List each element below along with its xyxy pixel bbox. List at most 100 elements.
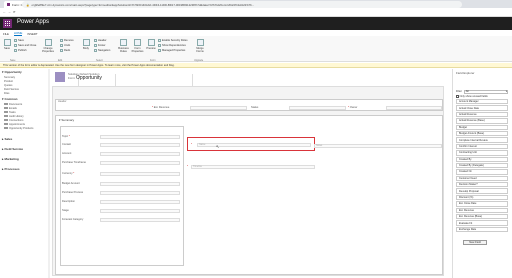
header-section[interactable]: Header * Est. Revenue Status * Owner — [55, 99, 443, 111]
field-item[interactable]: Develop Proposal — [456, 188, 508, 194]
body-button[interactable]: Body — [80, 39, 92, 50]
notice-text: This version of the form editor is depre… — [3, 63, 175, 67]
field-item[interactable]: Contracting Unit — [456, 150, 508, 156]
field-name-selected[interactable]: * Name ↖ — [187, 137, 315, 151]
show-dependencies-button[interactable]: Show Dependencies — [158, 44, 186, 47]
tab-file[interactable]: FILE — [3, 32, 9, 36]
expand-icon: ▸ — [2, 157, 4, 161]
field-label: Purchase Process — [62, 191, 84, 194]
save-label: Save — [4, 47, 10, 50]
publish-label: Publish — [18, 49, 27, 52]
undo-button[interactable]: Undo — [60, 44, 70, 47]
header-field-status[interactable]: Status — [251, 105, 346, 110]
field-label: Currency — [62, 172, 73, 175]
field-item[interactable]: Actual Revenue (Base) — [456, 118, 508, 124]
field-item[interactable]: Est. Revenue (Base) — [456, 214, 508, 220]
field-box — [100, 160, 180, 165]
field-budget-amount[interactable]: Budget Amount — [62, 181, 180, 186]
field-forecast-category[interactable]: Forecast Category — [62, 217, 180, 222]
header-field-est-revenue[interactable]: * Est. Revenue — [152, 105, 247, 110]
business-rules-button[interactable]: Business Rules — [117, 39, 130, 53]
header-button[interactable]: Header — [94, 39, 107, 42]
field-timeline[interactable]: * Timeline — [187, 164, 315, 169]
field-label: Contact — [62, 143, 71, 146]
managed-properties-button[interactable]: Managed Properties — [158, 49, 185, 52]
field-item[interactable]: Budget Amount (Base) — [456, 130, 508, 137]
app-launcher-icon[interactable] — [3, 19, 12, 28]
field-stage[interactable]: Stage — [62, 208, 180, 213]
nav-group-field-service[interactable]: ▸ Field Service — [0, 146, 49, 152]
field-description[interactable]: Description — [62, 199, 180, 204]
save-as-button[interactable]: Save — [14, 39, 24, 42]
change-properties-button[interactable]: Change Properties — [40, 39, 56, 53]
save-button[interactable]: Save — [1, 39, 13, 50]
merge-forms-button[interactable]: Merge Forms — [194, 39, 206, 53]
field-account[interactable]: Account — [62, 151, 180, 156]
field-item[interactable]: Created On — [456, 169, 508, 175]
field-item[interactable]: Budget — [456, 124, 508, 130]
field-topic[interactable]: Topic * — [62, 134, 180, 139]
field-label: Notes — [316, 144, 323, 147]
field-item[interactable]: Complete Internal Review — [456, 137, 508, 143]
field-purchase-process[interactable]: Purchase Process — [62, 190, 180, 195]
field-box — [100, 217, 180, 222]
field-item[interactable]: Exchange Rate — [456, 226, 508, 233]
form-properties-button[interactable]: Form Properties — [131, 39, 144, 53]
field-label: Budget Amount — [62, 182, 80, 185]
redo-icon — [60, 49, 63, 52]
preview-button[interactable]: Preview — [145, 39, 157, 50]
nav-item-label: Connections — [9, 118, 24, 122]
field-purchase-timeframe[interactable]: Purchase Timeframe — [62, 160, 180, 165]
ribbon-group-select: Select — [96, 59, 103, 62]
footer-button[interactable]: Footer — [94, 44, 106, 47]
new-field-button[interactable]: New Field — [463, 240, 487, 245]
field-item[interactable]: Actual Revenue — [456, 111, 508, 118]
publish-button[interactable]: Publish — [14, 49, 27, 52]
left-scrollbar[interactable] — [48, 69, 50, 278]
enable-security-roles-button[interactable]: Enable Security Roles — [158, 39, 188, 42]
field-item[interactable]: Actual Close Date — [456, 105, 508, 111]
field-contact[interactable]: Contact — [62, 142, 180, 147]
header-field-owner[interactable]: * Owner — [348, 105, 442, 110]
forward-icon[interactable]: → — [8, 10, 11, 14]
nav-group-opportunity[interactable]: ▾ Opportunity Summary Product Quotes Fiel… — [0, 69, 49, 95]
summary-left-section[interactable] — [60, 126, 184, 266]
filter-dropdown[interactable]: All ▾ — [463, 90, 508, 94]
field-name[interactable]: * Name — [191, 142, 311, 147]
back-icon[interactable]: ← — [3, 10, 6, 14]
tab-summary[interactable]: ▾ Summary Topic * Contact Account Purcha… — [55, 115, 443, 275]
remove-button[interactable]: Remove — [60, 39, 74, 42]
field-currency[interactable]: Currency * — [62, 171, 180, 176]
header-field-est-revenue[interactable] — [62, 105, 150, 110]
nav-group-common[interactable]: ▾ Common Documents Emails Tasks Audit His… — [0, 96, 49, 130]
field-box — [100, 199, 180, 204]
field-notes[interactable]: Notes — [314, 143, 442, 148]
address-bar[interactable]: 🔒 org9fe8f9e7.crm.dynamics.com/main.aspx… — [22, 1, 462, 8]
navigation-button[interactable]: Navigation — [94, 49, 110, 52]
field-item[interactable]: Confirm Interest — [456, 143, 508, 150]
chevron-down-icon: ▾ — [505, 90, 507, 94]
nav-item-opportunity-products[interactable]: Opportunity Products — [0, 126, 49, 130]
field-item[interactable]: Created By (Delegate) — [456, 162, 508, 169]
field-item[interactable]: Decision Maker? — [456, 182, 508, 188]
nav-group-label: Marketing — [4, 157, 19, 161]
field-item[interactable]: Discount (%) — [456, 194, 508, 201]
nav-item-label: Documents — [9, 102, 23, 106]
save-and-close-button[interactable]: Save and Close — [14, 44, 36, 47]
nav-group-sales[interactable]: ▸ Sales — [0, 136, 49, 142]
nav-group-marketing[interactable]: ▸ Marketing — [0, 156, 49, 162]
only-unused-label: Only show unused fields — [459, 95, 488, 98]
tab-insert[interactable]: INSERT — [27, 32, 37, 36]
reload-icon[interactable]: ⟳ — [13, 10, 16, 14]
nav-item-label: Opportunity Products — [9, 126, 34, 130]
field-item[interactable]: Est. Close Date — [456, 201, 508, 207]
nav-group-processes[interactable]: ▸ Processes — [0, 166, 49, 172]
only-unused-checkbox[interactable]: Only show unused fields — [456, 95, 488, 98]
field-item[interactable]: Est. Revenue — [456, 207, 508, 214]
redo-button[interactable]: Redo — [60, 49, 70, 52]
field-item[interactable]: Evaluate Fit — [456, 220, 508, 226]
field-item[interactable]: Customer Need — [456, 175, 508, 182]
field-item[interactable]: Created By — [456, 156, 508, 162]
nav-item-files[interactable]: Files — [0, 91, 49, 95]
field-item[interactable]: Account Manager — [456, 99, 508, 105]
